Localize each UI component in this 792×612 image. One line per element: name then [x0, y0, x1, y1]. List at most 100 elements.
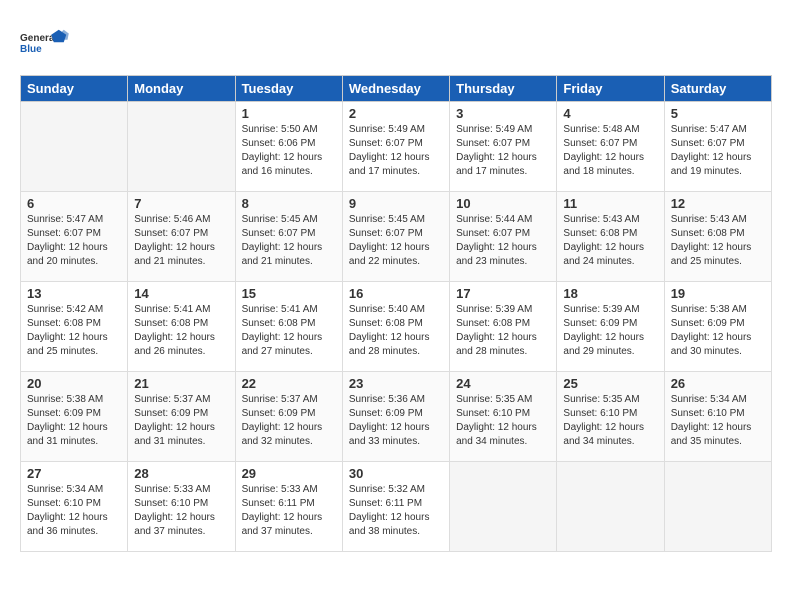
col-header-tuesday: Tuesday [235, 76, 342, 102]
calendar-cell: 18 Sunrise: 5:39 AM Sunset: 6:09 PM Dayli… [557, 282, 664, 372]
day-number: 25 [563, 376, 657, 391]
calendar-cell: 30 Sunrise: 5:32 AM Sunset: 6:11 PM Dayli… [342, 462, 449, 552]
calendar-cell [128, 102, 235, 192]
calendar-cell: 1Sunrise: 5:50 AM Sunset: 6:06 PM Daylig… [235, 102, 342, 192]
calendar-cell: 7 Sunrise: 5:46 AM Sunset: 6:07 PM Daylig… [128, 192, 235, 282]
calendar-cell: 17 Sunrise: 5:39 AM Sunset: 6:08 PM Dayli… [450, 282, 557, 372]
day-number: 12 [671, 196, 765, 211]
calendar-cell: 5 Sunrise: 5:47 AM Sunset: 6:07 PM Daylig… [664, 102, 771, 192]
day-number: 19 [671, 286, 765, 301]
calendar-cell: 26Sunrise: 5:34 AM Sunset: 6:10 PM Dayli… [664, 372, 771, 462]
day-number: 16 [349, 286, 443, 301]
calendar-cell: 19 Sunrise: 5:38 AM Sunset: 6:09 PM Dayli… [664, 282, 771, 372]
calendar-cell: 2 Sunrise: 5:49 AM Sunset: 6:07 PM Daylig… [342, 102, 449, 192]
calendar-cell [557, 462, 664, 552]
calendar-cell: 20Sunrise: 5:38 AM Sunset: 6:09 PM Dayli… [21, 372, 128, 462]
calendar-cell: 22Sunrise: 5:37 AM Sunset: 6:09 PM Dayli… [235, 372, 342, 462]
calendar-cell [664, 462, 771, 552]
logo-svg: General Blue [20, 20, 70, 65]
calendar-cell: 27 Sunrise: 5:34 AM Sunset: 6:10 PM Dayli… [21, 462, 128, 552]
day-number: 2 [349, 106, 443, 121]
day-number: 10 [456, 196, 550, 211]
svg-text:Blue: Blue [20, 44, 42, 55]
day-info: Sunrise: 5:34 AM Sunset: 6:10 PM Dayligh… [671, 393, 765, 449]
calendar-cell: 9 Sunrise: 5:45 AM Sunset: 6:07 PM Daylig… [342, 192, 449, 282]
day-info: Sunrise: 5:49 AM Sunset: 6:07 PM Dayligh… [456, 123, 550, 179]
day-info: Sunrise: 5:49 AM Sunset: 6:07 PM Dayligh… [349, 123, 443, 179]
calendar-cell: 14Sunrise: 5:41 AM Sunset: 6:08 PM Dayli… [128, 282, 235, 372]
calendar-cell: 16 Sunrise: 5:40 AM Sunset: 6:08 PM Dayli… [342, 282, 449, 372]
day-number: 4 [563, 106, 657, 121]
day-number: 14 [134, 286, 228, 301]
day-info: Sunrise: 5:45 AM Sunset: 6:07 PM Dayligh… [349, 213, 443, 269]
col-header-thursday: Thursday [450, 76, 557, 102]
col-header-wednesday: Wednesday [342, 76, 449, 102]
day-number: 11 [563, 196, 657, 211]
col-header-monday: Monday [128, 76, 235, 102]
day-number: 9 [349, 196, 443, 211]
day-number: 3 [456, 106, 550, 121]
day-info: Sunrise: 5:35 AM Sunset: 6:10 PM Dayligh… [456, 393, 550, 449]
day-info: Sunrise: 5:35 AM Sunset: 6:10 PM Dayligh… [563, 393, 657, 449]
calendar-cell: 29 Sunrise: 5:33 AM Sunset: 6:11 PM Dayli… [235, 462, 342, 552]
calendar-table: SundayMondayTuesdayWednesdayThursdayFrid… [20, 75, 772, 552]
calendar-cell: 24Sunrise: 5:35 AM Sunset: 6:10 PM Dayli… [450, 372, 557, 462]
day-number: 13 [27, 286, 121, 301]
day-number: 15 [242, 286, 336, 301]
day-number: 17 [456, 286, 550, 301]
day-info: Sunrise: 5:47 AM Sunset: 6:07 PM Dayligh… [27, 213, 121, 269]
calendar-cell: 13 Sunrise: 5:42 AM Sunset: 6:08 PM Dayli… [21, 282, 128, 372]
day-info: Sunrise: 5:40 AM Sunset: 6:08 PM Dayligh… [349, 303, 443, 359]
day-number: 7 [134, 196, 228, 211]
col-header-saturday: Saturday [664, 76, 771, 102]
day-number: 30 [349, 466, 443, 481]
week-row-1: 1Sunrise: 5:50 AM Sunset: 6:06 PM Daylig… [21, 102, 772, 192]
calendar-cell: 11 Sunrise: 5:43 AM Sunset: 6:08 PM Dayli… [557, 192, 664, 282]
week-row-5: 27 Sunrise: 5:34 AM Sunset: 6:10 PM Dayli… [21, 462, 772, 552]
day-info: Sunrise: 5:38 AM Sunset: 6:09 PM Dayligh… [27, 393, 121, 449]
day-info: Sunrise: 5:32 AM Sunset: 6:11 PM Dayligh… [349, 483, 443, 539]
day-info: Sunrise: 5:43 AM Sunset: 6:08 PM Dayligh… [671, 213, 765, 269]
calendar-cell: 28Sunrise: 5:33 AM Sunset: 6:10 PM Dayli… [128, 462, 235, 552]
day-info: Sunrise: 5:48 AM Sunset: 6:07 PM Dayligh… [563, 123, 657, 179]
day-info: Sunrise: 5:34 AM Sunset: 6:10 PM Dayligh… [27, 483, 121, 539]
day-info: Sunrise: 5:39 AM Sunset: 6:09 PM Dayligh… [563, 303, 657, 359]
day-info: Sunrise: 5:36 AM Sunset: 6:09 PM Dayligh… [349, 393, 443, 449]
week-row-4: 20Sunrise: 5:38 AM Sunset: 6:09 PM Dayli… [21, 372, 772, 462]
calendar-cell: 3 Sunrise: 5:49 AM Sunset: 6:07 PM Daylig… [450, 102, 557, 192]
day-number: 6 [27, 196, 121, 211]
calendar-cell: 10Sunrise: 5:44 AM Sunset: 6:07 PM Dayli… [450, 192, 557, 282]
day-info: Sunrise: 5:37 AM Sunset: 6:09 PM Dayligh… [134, 393, 228, 449]
calendar-cell [21, 102, 128, 192]
day-info: Sunrise: 5:41 AM Sunset: 6:08 PM Dayligh… [242, 303, 336, 359]
day-number: 8 [242, 196, 336, 211]
week-row-2: 6 Sunrise: 5:47 AM Sunset: 6:07 PM Daylig… [21, 192, 772, 282]
logo: General Blue [20, 20, 70, 65]
day-info: Sunrise: 5:42 AM Sunset: 6:08 PM Dayligh… [27, 303, 121, 359]
day-info: Sunrise: 5:33 AM Sunset: 6:11 PM Dayligh… [242, 483, 336, 539]
day-number: 29 [242, 466, 336, 481]
calendar-cell: 23 Sunrise: 5:36 AM Sunset: 6:09 PM Dayli… [342, 372, 449, 462]
page-header: General Blue [20, 20, 772, 65]
col-header-sunday: Sunday [21, 76, 128, 102]
day-number: 21 [134, 376, 228, 391]
day-info: Sunrise: 5:43 AM Sunset: 6:08 PM Dayligh… [563, 213, 657, 269]
calendar-cell [450, 462, 557, 552]
day-info: Sunrise: 5:45 AM Sunset: 6:07 PM Dayligh… [242, 213, 336, 269]
day-info: Sunrise: 5:47 AM Sunset: 6:07 PM Dayligh… [671, 123, 765, 179]
day-info: Sunrise: 5:38 AM Sunset: 6:09 PM Dayligh… [671, 303, 765, 359]
day-number: 27 [27, 466, 121, 481]
day-info: Sunrise: 5:46 AM Sunset: 6:07 PM Dayligh… [134, 213, 228, 269]
calendar-cell: 8 Sunrise: 5:45 AM Sunset: 6:07 PM Daylig… [235, 192, 342, 282]
day-number: 23 [349, 376, 443, 391]
calendar-cell: 25 Sunrise: 5:35 AM Sunset: 6:10 PM Dayli… [557, 372, 664, 462]
calendar-cell: 6 Sunrise: 5:47 AM Sunset: 6:07 PM Daylig… [21, 192, 128, 282]
day-info: Sunrise: 5:39 AM Sunset: 6:08 PM Dayligh… [456, 303, 550, 359]
day-number: 5 [671, 106, 765, 121]
day-info: Sunrise: 5:33 AM Sunset: 6:10 PM Dayligh… [134, 483, 228, 539]
col-header-friday: Friday [557, 76, 664, 102]
calendar-cell: 4 Sunrise: 5:48 AM Sunset: 6:07 PM Daylig… [557, 102, 664, 192]
day-number: 18 [563, 286, 657, 301]
day-number: 22 [242, 376, 336, 391]
calendar-cell: 15 Sunrise: 5:41 AM Sunset: 6:08 PM Dayli… [235, 282, 342, 372]
